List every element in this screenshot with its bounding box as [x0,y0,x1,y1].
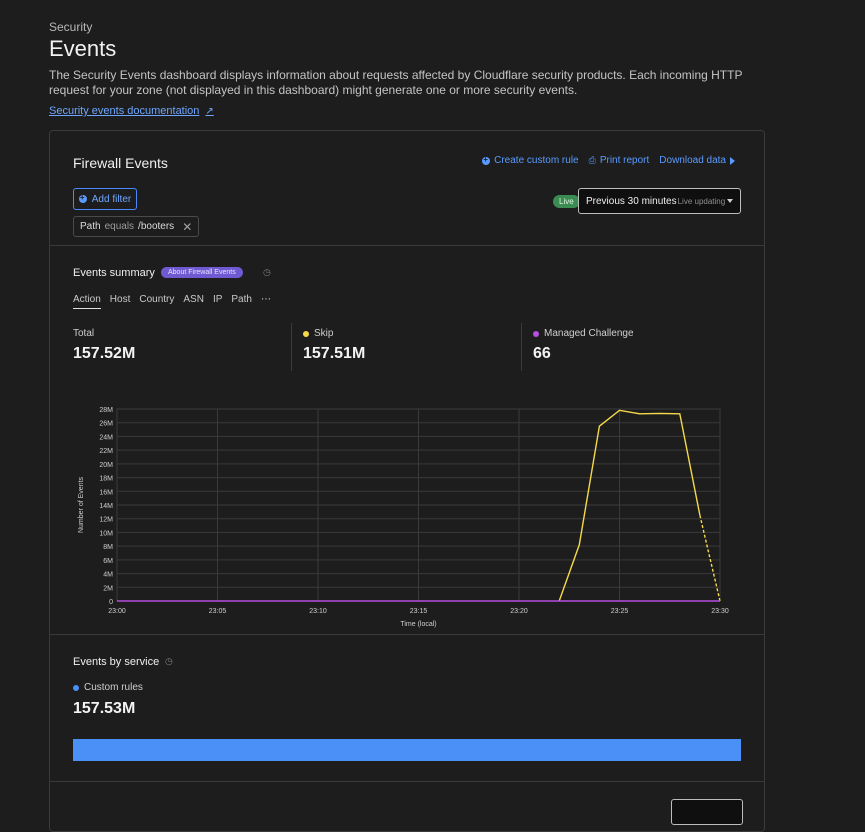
summary-tabs: Action Host Country ASN IP Path ⋯ [73,294,271,309]
x-axis-label: Time (local) [400,621,436,628]
external-link-icon: ↗ [205,105,214,117]
custom-rules-bar[interactable] [73,739,741,761]
x-tick-label: 23:05 [209,608,227,615]
print-report-label: Print report [599,155,650,166]
next-section-dropdown[interactable] [671,799,743,825]
custom-rules-legend-dot [73,684,79,691]
y-tick-label: 6M [103,558,113,565]
close-icon[interactable]: ✕ [182,220,192,234]
doc-link-label: Security events documentation [49,105,200,117]
tab-ip[interactable]: IP [213,294,222,309]
skip-legend-dot [303,330,309,337]
print-report-link[interactable]: ⎙ Print report [589,155,650,166]
y-tick-label: 24M [99,434,113,441]
security-events-doc-link[interactable]: Security events documentation ↗ [49,105,214,117]
x-tick-label: 23:00 [108,608,126,615]
download-data-link[interactable]: Download data [659,155,735,166]
y-tick-label: 18M [99,476,113,483]
create-rule-label: Create custom rule [494,155,579,166]
page-description: The Security Events dashboard displays i… [49,68,743,97]
stat-value: 66 [533,345,551,362]
add-filter-button[interactable]: Add filter [73,188,137,210]
live-badge: Live [553,195,580,208]
divider [50,245,764,246]
divider [50,634,764,635]
plus-circle-icon [78,193,87,203]
series-line-skip-partial [699,515,721,602]
time-range-select[interactable]: Previous 30 minutes Live updating [578,188,741,214]
card-actions: Create custom rule ⎙ Print report Downlo… [482,155,735,166]
tab-path[interactable]: Path [231,294,252,309]
stat-managed-challenge[interactable]: Managed Challenge 66 [533,328,634,363]
y-tick-label: 10M [99,530,113,537]
filter-chip[interactable]: Path equals /booters ✕ [73,216,200,237]
divider [521,323,522,371]
time-range-value: Previous 30 minutes [586,195,677,207]
y-tick-label: 26M [99,421,113,428]
y-tick-label: 22M [99,448,113,455]
events-summary-title: Events summary [73,267,155,279]
stat-total: Total 157.52M [73,328,135,363]
y-tick-label: 20M [99,462,113,469]
divider [291,323,292,371]
filter-operator: equals [104,221,135,232]
y-tick-label: 16M [99,489,113,496]
events-line-chart: 0 2M 4M 6M 8M 10M 12M 14M 16M 18M 20M 22M 24M 26M 28M 2… [78,407,729,628]
y-tick-label: 14M [99,503,113,510]
tab-host[interactable]: Host [110,294,131,309]
x-tick-label: 23:25 [611,608,629,615]
stat-label: Managed Challenge [544,328,634,339]
add-filter-label: Add filter [91,193,132,205]
download-label: Download data [659,155,726,166]
divider [50,781,764,782]
tab-asn[interactable]: ASN [183,294,204,309]
y-axis-label: Number of Events [78,476,85,533]
card-title: Firewall Events [73,155,168,171]
info-icon[interactable]: ◷ [263,267,271,278]
managed-challenge-legend-dot [533,330,539,337]
stat-label: Total [73,328,95,339]
tab-action[interactable]: Action [73,294,101,309]
y-tick-label: 12M [99,517,113,524]
more-tabs-icon[interactable]: ⋯ [261,294,271,309]
x-tick-label: 23:20 [510,608,528,615]
caret-down-icon [727,199,733,203]
breadcrumb: Security [49,20,93,34]
stat-label: Skip [314,328,334,339]
service-legend-label: Custom rules [84,682,143,693]
stat-skip[interactable]: Skip 157.51M [303,328,365,363]
firewall-events-card: Firewall Events Create custom rule ⎙ Pri… [49,130,765,832]
y-tick-label: 28M [99,407,113,414]
x-tick-label: 23:30 [711,608,729,615]
x-tick-label: 23:15 [410,608,428,615]
create-custom-rule-link[interactable]: Create custom rule [482,155,579,166]
filter-value: /booters [138,221,175,232]
x-tick-label: 23:10 [309,608,327,615]
play-arrow-icon [730,156,735,165]
about-firewall-events-badge[interactable]: About Firewall Events [161,267,243,278]
filter-field: Path [80,221,101,232]
service-legend: Custom rules [73,682,143,693]
stat-label-row: Skip [303,328,365,339]
y-tick-label: 8M [103,544,113,551]
service-value: 157.53M [73,700,136,717]
info-icon[interactable]: ◷ [165,656,173,667]
live-updating-text: Live updating [677,196,726,206]
printer-icon: ⎙ [588,155,596,165]
y-tick-label: 4M [103,572,113,579]
plus-circle-icon [482,155,491,165]
tab-country[interactable]: Country [139,294,174,309]
y-tick-label: 0 [109,599,113,606]
events-by-service-title: Events by service [73,656,160,668]
stat-value: 157.51M [303,345,366,362]
series-line-skip [558,409,701,602]
y-tick-label: 2M [103,585,113,592]
stat-label-row: Managed Challenge [533,328,634,339]
stat-value: 157.52M [73,345,136,362]
page-title: Events [49,36,117,61]
